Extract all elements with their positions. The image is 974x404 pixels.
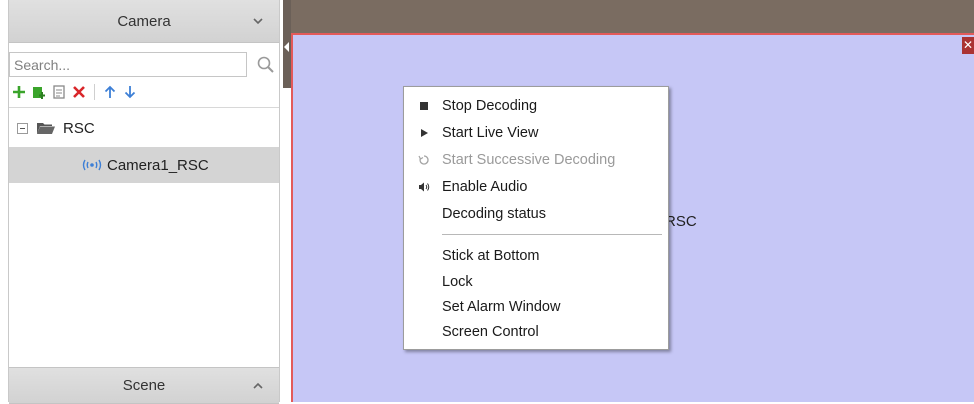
- move-down-icon[interactable]: [122, 84, 138, 100]
- menu-item-enable-audio[interactable]: Enable Audio: [404, 173, 668, 200]
- tree-node-rsc[interactable]: RSC: [9, 110, 279, 146]
- collapse-toggle-icon[interactable]: [17, 122, 28, 134]
- camera-section-title: Camera: [117, 12, 171, 30]
- menu-item-screen-control[interactable]: Screen Control: [404, 318, 668, 345]
- search-row: [9, 52, 279, 79]
- menu-item-start-live-view[interactable]: Start Live View: [404, 119, 668, 146]
- edit-icon[interactable]: [51, 84, 67, 100]
- folder-open-icon: [37, 123, 55, 134]
- menu-item-decoding-status[interactable]: Decoding status: [404, 200, 668, 227]
- menu-item-set-alarm-window[interactable]: Set Alarm Window: [404, 293, 668, 320]
- tree-item-camera1[interactable]: Camera1_RSC: [9, 147, 279, 183]
- camera-section-header[interactable]: Camera: [9, 0, 279, 43]
- menu-item-label: Lock: [442, 273, 473, 290]
- menu-separator: [442, 234, 662, 235]
- device-tree: RSC Camera1_RSC: [9, 107, 279, 368]
- tree-toolbar: [9, 81, 281, 103]
- delete-icon[interactable]: [71, 84, 87, 100]
- menu-item-label: Decoding status: [442, 205, 546, 222]
- menu-item-label: Enable Audio: [442, 178, 528, 195]
- scene-section-title: Scene: [122, 377, 166, 394]
- close-icon[interactable]: ✕: [962, 37, 974, 54]
- tree-item-label: Camera1_RSC: [107, 156, 209, 174]
- menu-item-label: Start Successive Decoding: [442, 151, 616, 168]
- collapse-panel-icon[interactable]: [284, 42, 289, 52]
- search-icon[interactable]: [255, 54, 277, 76]
- menu-item-stick-at-bottom[interactable]: Stick at Bottom: [404, 242, 668, 269]
- cycle-icon: [418, 154, 430, 166]
- menu-item-label: Set Alarm Window: [442, 298, 561, 315]
- menu-item-label: Stop Decoding: [442, 97, 538, 114]
- chevron-down-icon[interactable]: [251, 14, 265, 28]
- view-toolbar-strip: [291, 0, 974, 33]
- context-menu: Stop Decoding Start Live View Start Succ…: [403, 86, 669, 350]
- add-group-icon[interactable]: [31, 84, 47, 100]
- tree-node-label: RSC: [63, 119, 95, 137]
- menu-item-stop-decoding[interactable]: Stop Decoding: [404, 92, 668, 119]
- move-up-icon[interactable]: [102, 84, 118, 100]
- camera-panel: Camera Search... RSC Camera1_RSC Scene: [0, 0, 285, 404]
- play-icon: [418, 127, 430, 139]
- audio-icon: [418, 181, 430, 193]
- toolbar-divider: [94, 84, 95, 100]
- menu-item-start-successive-decoding[interactable]: Start Successive Decoding: [404, 146, 668, 173]
- stop-icon: [418, 100, 430, 112]
- menu-item-label: Stick at Bottom: [442, 247, 540, 264]
- menu-item-label: Screen Control: [442, 323, 539, 340]
- camera-panel-body: Camera Search... RSC Camera1_RSC Scene: [8, 0, 281, 404]
- scene-section-header[interactable]: Scene: [9, 367, 279, 404]
- menu-item-lock[interactable]: Lock: [404, 268, 668, 295]
- chevron-up-icon[interactable]: [251, 379, 265, 393]
- add-icon[interactable]: [11, 84, 27, 100]
- video-window-label: RSC: [665, 213, 697, 230]
- menu-item-label: Start Live View: [442, 124, 539, 141]
- search-input[interactable]: [9, 52, 247, 77]
- camera-signal-icon: [82, 159, 102, 171]
